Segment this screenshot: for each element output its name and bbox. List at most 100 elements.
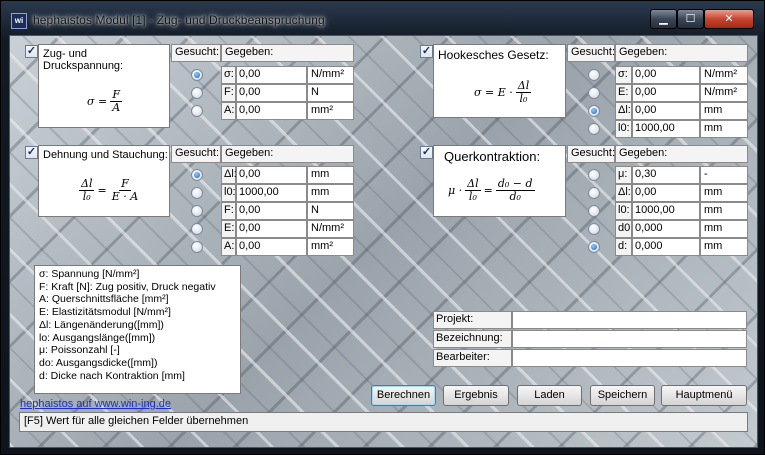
hooke-enable-checkbox[interactable]: ✓ [420, 45, 433, 58]
bezeichnung-input[interactable] [512, 330, 747, 348]
bezeichnung-label: Bezeichnung: [433, 330, 512, 348]
zug-gesucht-radio[interactable] [191, 105, 203, 117]
dehnung-row-label: Δl: [221, 166, 237, 184]
quer-value-input[interactable]: 0,00 [632, 184, 700, 202]
hooke-value-input[interactable]: 0,00 [632, 66, 700, 84]
quer-enable-checkbox[interactable]: ✓ [420, 146, 433, 159]
quer-title: Querkontraktion: [444, 149, 541, 164]
dehnung-gesucht-radio[interactable] [191, 241, 203, 253]
dehnung-unit-label: mm² [307, 238, 354, 256]
dehnung-gesucht-radio[interactable] [191, 205, 203, 217]
hooke-value-input[interactable]: 0,00 [632, 102, 700, 120]
quer-formula-lhs: μ · [448, 184, 463, 197]
dehnung-formula: Δl l₀ = FE · A [79, 178, 140, 203]
dehnung-gegeben-header: Gegeben: [221, 145, 354, 163]
dehnung-row-label: E: [221, 220, 236, 238]
dehnung-gesucht-radio[interactable] [191, 187, 203, 199]
zug-formula-lhs: σ = [87, 95, 108, 108]
zug-value-input[interactable]: 0,00 [236, 84, 307, 102]
quer-row-label: μ: [615, 166, 632, 184]
quer-gesucht-radio[interactable] [588, 169, 600, 181]
hooke-unit-label: mm [700, 102, 748, 120]
title-bar[interactable]: wi hephaistos Modul [1] - Zug- und Druck… [1, 1, 765, 35]
laden-button[interactable]: Laden [517, 385, 582, 406]
zug-value-input[interactable]: 0,00 [236, 102, 307, 120]
dehnung-value-input[interactable]: 0,00 [236, 238, 307, 256]
project-input[interactable] [512, 311, 747, 329]
legend-line: d: Dicke nach Kontraktion [mm] [39, 369, 185, 382]
quer-value-input[interactable]: 0,30 [632, 166, 700, 184]
zug-gesucht-radio[interactable] [191, 69, 203, 81]
legend-line: A: Querschnittsfläche [mm²] [39, 293, 169, 306]
zug-row-label: A: [221, 102, 236, 120]
bearbeiter-input[interactable] [512, 349, 747, 367]
hooke-gegeben-header: Gegeben: [615, 44, 748, 62]
maximize-button[interactable]: ☐ [677, 9, 704, 29]
berechnen-button[interactable]: Berechnen [371, 385, 436, 406]
dehnung-gesucht-header: Gesucht: [171, 145, 221, 163]
quer-gesucht-radio[interactable] [588, 205, 600, 217]
quer-formula-den1: l₀ [468, 190, 477, 203]
hooke-value-input[interactable]: 0,00 [632, 84, 700, 102]
dehnung-value-input[interactable]: 0,00 [236, 202, 307, 220]
hooke-gesucht-radio[interactable] [588, 105, 600, 117]
dehnung-value-input[interactable]: 1000,00 [236, 184, 307, 202]
app-icon[interactable]: wi [11, 13, 27, 29]
quer-value-input[interactable]: 0,000 [632, 220, 700, 238]
dehnung-value-input[interactable]: 0,00 [236, 166, 307, 184]
zug-gesucht-header: Gesucht: [171, 44, 221, 62]
quer-gesucht-radio[interactable] [588, 187, 600, 199]
hooke-value-input[interactable]: 1000,00 [632, 120, 700, 138]
dehnung-enable-checkbox[interactable]: ✓ [25, 146, 38, 159]
zug-unit-label: mm² [307, 102, 354, 120]
quer-unit-label: mm [700, 184, 748, 202]
hooke-formula: σ = E · Δl l₀ [474, 80, 532, 105]
dehnung-value-input[interactable]: 0,00 [236, 220, 307, 238]
hooke-gesucht-radio[interactable] [588, 123, 600, 135]
client-area: ✓ Zug- und Druckspannung: σ = FA Gesucht… [9, 35, 758, 448]
quer-unit-label: mm [700, 238, 748, 256]
website-link[interactable]: hephaistos auf www.win-ing.de [20, 398, 171, 410]
zug-title: Zug- und Druckspannung: [43, 48, 124, 72]
speichern-button[interactable]: Speichern [590, 385, 655, 406]
zug-row-label: σ: [221, 66, 236, 84]
dehnung-row-label: A: [221, 238, 236, 256]
quer-gesucht-header: Gesucht: [567, 145, 615, 163]
minimize-button[interactable]: ▁ [650, 9, 677, 29]
zug-enable-checkbox[interactable]: ✓ [25, 45, 38, 58]
project-label: Projekt: [433, 311, 512, 329]
legend-box: σ: Spannung [N/mm²] F: Kraft [N]: Zug po… [34, 265, 241, 394]
quer-value-input[interactable]: 1000,00 [632, 202, 700, 220]
dehnung-formula-eq: = [97, 184, 107, 197]
quer-gesucht-radio[interactable] [588, 223, 600, 235]
dehnung-title: Dehnung und Stauchung: [43, 149, 168, 161]
zug-row-label: F: [221, 84, 236, 102]
legend-line: F: Kraft [N]: Zug positiv, Druck negativ [39, 280, 216, 293]
zug-value-input[interactable]: 0,00 [236, 66, 307, 84]
hooke-gesucht-radio[interactable] [588, 69, 600, 81]
legend-line: σ: Spannung [N/mm²] [39, 268, 140, 280]
close-button[interactable]: ✕ [704, 9, 754, 29]
dehnung-row-label: l0: [221, 184, 236, 202]
bearbeiter-label: Bearbeiter: [433, 349, 512, 367]
dehnung-unit-label: N/mm² [307, 220, 354, 238]
hauptmenue-button[interactable]: Hauptmenü [661, 385, 747, 406]
dehnung-gesucht-radio[interactable] [191, 169, 203, 181]
quer-unit-label: mm [700, 202, 748, 220]
dehnung-gesucht-radio[interactable] [191, 223, 203, 235]
legend-line: lo: Ausgangslänge([mm]) [39, 331, 156, 344]
quer-gegeben-header: Gegeben: [615, 145, 748, 163]
dehnung-row-label: F: [221, 202, 236, 220]
hooke-row-label: l0: [615, 120, 632, 138]
quer-formula: μ · Δl l₀ = d₀ − d d₀ [448, 178, 535, 203]
quer-row-label: d0 [615, 220, 632, 238]
quer-gesucht-radio[interactable] [588, 241, 600, 253]
hooke-unit-label: mm [700, 120, 748, 138]
ergebnis-button[interactable]: Ergebnis [443, 385, 509, 406]
hooke-formula-lhs: σ = E · [474, 86, 513, 99]
zug-gesucht-radio[interactable] [191, 87, 203, 99]
quer-formula-box: Querkontraktion: μ · Δl l₀ = d₀ − d d₀ [433, 145, 566, 217]
dehnung-formula-box: Dehnung und Stauchung: Δl l₀ = FE · A [38, 145, 170, 217]
hooke-gesucht-radio[interactable] [588, 87, 600, 99]
quer-value-input[interactable]: 0,000 [632, 238, 700, 256]
